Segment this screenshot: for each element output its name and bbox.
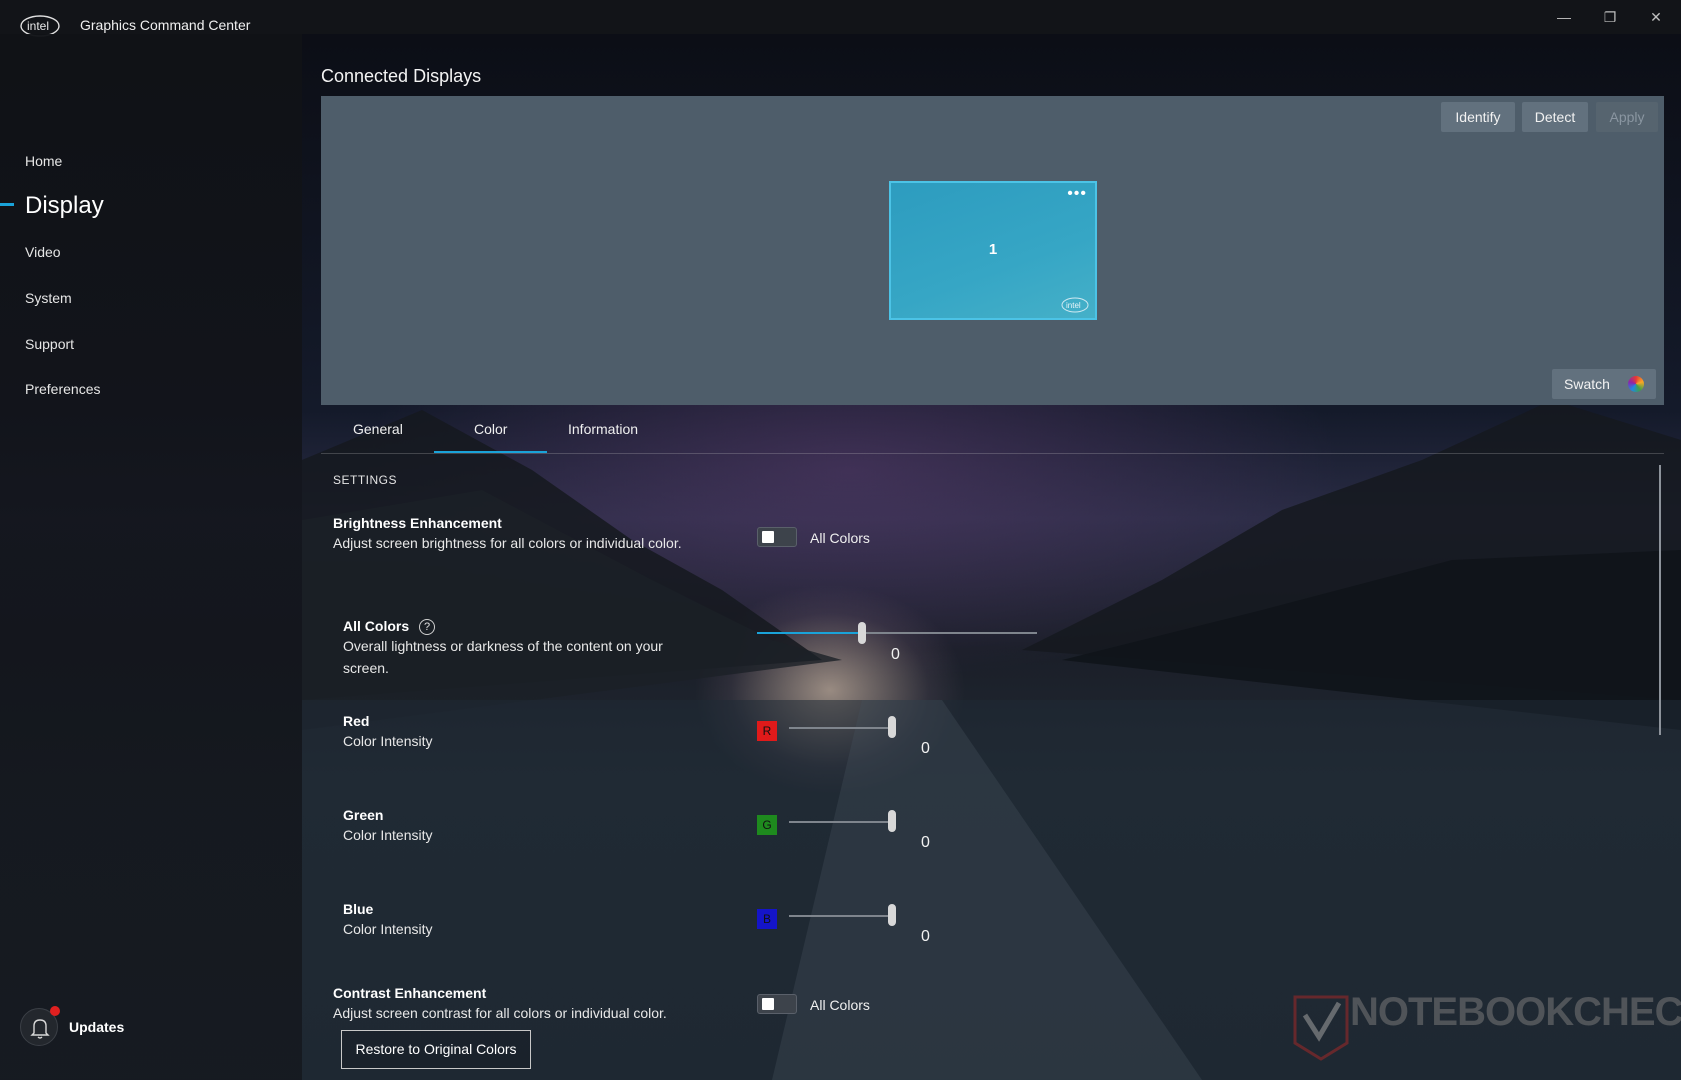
- red-slider-thumb[interactable]: [888, 716, 896, 738]
- swatch-label: Swatch: [1564, 376, 1610, 392]
- close-button[interactable]: ✕: [1636, 6, 1676, 28]
- active-tab-indicator: [434, 451, 547, 453]
- all-colors-title: All Colors: [343, 618, 410, 634]
- tab-general[interactable]: General: [353, 421, 403, 437]
- notebookcheck-logo-icon: [1293, 995, 1349, 1061]
- blue-slider-track[interactable]: [789, 915, 895, 917]
- contrast-toggle[interactable]: [757, 994, 797, 1014]
- title-bar: [0, 0, 1681, 34]
- notification-badge: [50, 1006, 60, 1016]
- updates-label[interactable]: Updates: [69, 1019, 124, 1035]
- swatch-button[interactable]: Swatch: [1552, 369, 1656, 399]
- green-description: Color Intensity: [343, 827, 433, 843]
- blue-chip: B: [757, 909, 777, 929]
- svg-text:intel: intel: [1066, 301, 1081, 310]
- watermark: NOTEBOOKCHECK: [1350, 990, 1681, 1034]
- toggle-knob: [762, 531, 774, 543]
- green-slider-thumb[interactable]: [888, 810, 896, 832]
- more-options-icon[interactable]: •••: [1067, 185, 1087, 203]
- restore-button[interactable]: ❐: [1590, 6, 1630, 28]
- green-chip: G: [757, 815, 777, 835]
- red-description: Color Intensity: [343, 733, 433, 749]
- sidebar-item-system[interactable]: System: [25, 290, 72, 306]
- red-value: 0: [921, 740, 930, 757]
- minimize-button[interactable]: —: [1544, 6, 1584, 28]
- background-landscape: [302, 400, 1681, 1080]
- active-indicator: [0, 203, 14, 206]
- contrast-description: Adjust screen contrast for all colors or…: [333, 1005, 667, 1021]
- green-value: 0: [921, 834, 930, 851]
- brightness-toggle-label: All Colors: [810, 530, 870, 546]
- sidebar: [0, 34, 302, 1080]
- display-number: 1: [988, 241, 998, 258]
- app-title: Graphics Command Center: [80, 17, 251, 33]
- blue-value: 0: [921, 928, 930, 945]
- red-title: Red: [343, 713, 370, 729]
- toggle-knob: [762, 998, 774, 1010]
- tab-color[interactable]: Color: [474, 421, 507, 437]
- tabs-divider: [321, 453, 1664, 454]
- color-wheel-icon: [1628, 376, 1644, 392]
- settings-heading: SETTINGS: [333, 473, 398, 487]
- green-title: Green: [343, 807, 384, 823]
- svg-text:intel: intel: [27, 19, 49, 33]
- brightness-description: Adjust screen brightness for all colors …: [333, 535, 682, 551]
- display-tile-1[interactable]: ••• 1 intel: [889, 181, 1097, 320]
- restore-colors-button[interactable]: Restore to Original Colors: [341, 1030, 531, 1069]
- blue-description: Color Intensity: [343, 921, 433, 937]
- all-colors-slider-fill: [757, 632, 862, 634]
- page-title: Connected Displays: [321, 66, 482, 86]
- red-chip: R: [757, 721, 777, 741]
- green-slider-track[interactable]: [789, 821, 895, 823]
- detect-button[interactable]: Detect: [1522, 102, 1588, 132]
- all-colors-slider-thumb[interactable]: [858, 622, 866, 644]
- sidebar-item-preferences[interactable]: Preferences: [25, 381, 100, 397]
- contrast-title: Contrast Enhancement: [333, 985, 487, 1001]
- blue-title: Blue: [343, 901, 374, 917]
- all-colors-description: Overall lightness or darkness of the con…: [343, 638, 663, 676]
- scrollbar[interactable]: [1659, 465, 1661, 735]
- blue-slider-thumb[interactable]: [888, 904, 896, 926]
- identify-button[interactable]: Identify: [1441, 102, 1515, 132]
- red-slider-track[interactable]: [789, 727, 895, 729]
- all-colors-value: 0: [891, 646, 900, 663]
- sidebar-item-home[interactable]: Home: [25, 153, 62, 169]
- tab-information[interactable]: Information: [568, 421, 638, 437]
- contrast-toggle-label: All Colors: [810, 997, 870, 1013]
- brightness-toggle[interactable]: [757, 527, 797, 547]
- intel-logo-small: intel: [1061, 297, 1089, 313]
- brightness-title: Brightness Enhancement: [333, 515, 502, 531]
- help-icon[interactable]: ?: [419, 619, 435, 635]
- sidebar-item-support[interactable]: Support: [25, 336, 74, 352]
- apply-button[interactable]: Apply: [1596, 102, 1658, 132]
- sidebar-item-display[interactable]: Display: [25, 192, 104, 220]
- sidebar-item-video[interactable]: Video: [25, 244, 61, 260]
